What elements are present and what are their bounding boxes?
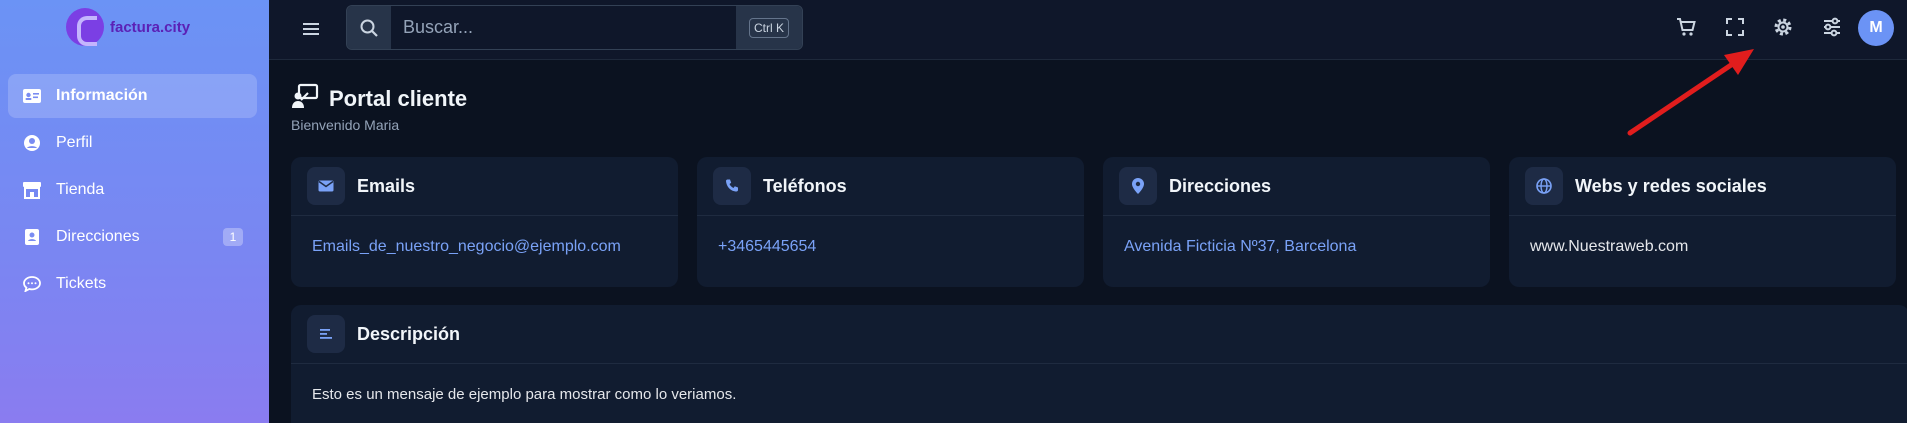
annotation-arrow-icon [1627, 49, 1754, 136]
search-box: Ctrl K [346, 5, 803, 50]
phone-icon [713, 167, 751, 205]
sidebar-item-tickets[interactable]: Tickets [8, 262, 257, 306]
card-header: Teléfonos [697, 157, 1084, 216]
card-title: Teléfonos [763, 175, 847, 196]
sidebar-item-label: Direcciones [56, 228, 140, 245]
sliders-icon[interactable] [1821, 16, 1843, 38]
count-badge: 1 [223, 228, 243, 246]
description-text: Esto es un mensaje de ejemplo para mostr… [312, 386, 737, 403]
brand-logo[interactable]: factura.city [66, 8, 190, 46]
menu-icon[interactable] [299, 17, 323, 41]
shortcut-key: Ctrl K [749, 17, 789, 38]
card-header: Emails [291, 157, 678, 216]
chat-icon [22, 274, 42, 294]
id-card-icon [22, 86, 42, 106]
sidebar-item-label: Información [56, 87, 148, 104]
emails-card: Emails Emails_de_nuestro_negocio@ejemplo… [291, 157, 678, 287]
sidebar-item-label: Tickets [56, 275, 107, 292]
websites-card: Webs y redes sociales www.Nuestraweb.com [1509, 157, 1896, 287]
phones-card: Teléfonos +3465445654 [697, 157, 1084, 287]
gear-icon[interactable] [1772, 16, 1794, 38]
sidebar-nav: Información Perfil Tienda Direcciones 1 [8, 74, 257, 309]
logo-mark-icon [66, 8, 104, 46]
sidebar-item-label: Tienda [56, 181, 105, 198]
avatar[interactable]: M [1858, 10, 1894, 46]
sidebar-item-direcciones[interactable]: Direcciones 1 [8, 215, 257, 259]
email-link[interactable]: Emails_de_nuestro_negocio@ejemplo.com [312, 238, 621, 255]
card-title: Direcciones [1169, 175, 1272, 196]
addresses-card: Direcciones Avenida Ficticia Nº37, Barce… [1103, 157, 1490, 287]
card-title: Emails [357, 175, 416, 196]
sidebar-item-informacion[interactable]: Información [8, 74, 257, 118]
description-card: Descripción Esto es un mensaje de ejempl… [291, 305, 1907, 423]
sidebar-item-label: Perfil [56, 134, 93, 151]
fullscreen-icon[interactable] [1724, 16, 1746, 38]
address-link[interactable]: Avenida Ficticia Nº37, Barcelona [1124, 238, 1356, 255]
store-icon [22, 180, 42, 200]
search-input[interactable] [391, 6, 736, 49]
card-title: Descripción [357, 323, 461, 344]
shortcut-hint: Ctrl K [736, 6, 802, 49]
globe-icon [1525, 167, 1563, 205]
phone-link[interactable]: +3465445654 [718, 238, 816, 255]
sidebar: factura.city Información Perfil Tienda D… [0, 0, 269, 423]
map-pin-icon [1119, 167, 1157, 205]
user-circle-icon [22, 133, 42, 153]
card-header: Descripción [291, 305, 1907, 364]
sidebar-item-tienda[interactable]: Tienda [8, 168, 257, 212]
card-title: Webs y redes sociales [1575, 175, 1767, 196]
page-title-text: Portal cliente [329, 86, 468, 111]
search-icon[interactable] [347, 6, 391, 49]
sidebar-item-perfil[interactable]: Perfil [8, 121, 257, 165]
card-header: Webs y redes sociales [1509, 157, 1896, 216]
align-left-icon [307, 315, 345, 353]
envelope-icon [307, 167, 345, 205]
website-text: www.Nuestraweb.com [1530, 238, 1689, 255]
presentation-icon [291, 83, 319, 115]
card-header: Direcciones [1103, 157, 1490, 216]
brand-name: factura.city [110, 18, 191, 36]
address-book-icon [22, 227, 42, 247]
welcome-text: Bienvenido Maria [291, 117, 400, 133]
cart-icon[interactable] [1675, 16, 1697, 38]
page-title: Portal cliente [291, 83, 467, 115]
